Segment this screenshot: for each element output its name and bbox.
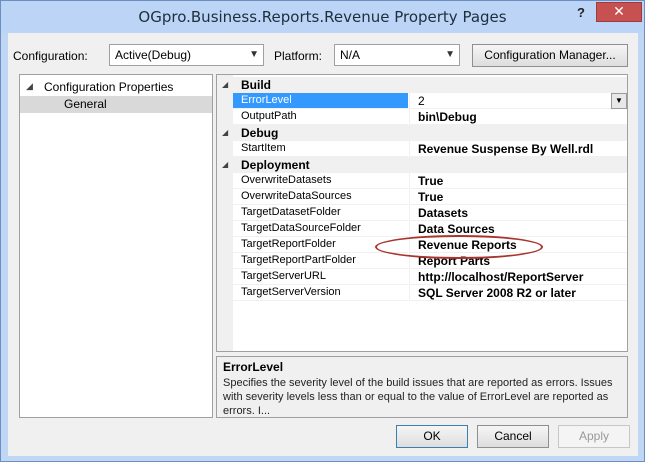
- property-row-targetserverversion[interactable]: TargetServerVersion SQL Server 2008 R2 o…: [233, 285, 627, 301]
- configuration-label: Configuration:: [13, 49, 88, 63]
- expanded-triangle-icon[interactable]: ◢: [26, 81, 33, 92]
- property-name: TargetReportFolder: [233, 237, 408, 253]
- description-title: ErrorLevel: [223, 360, 284, 374]
- property-row-errorlevel[interactable]: ErrorLevel 2 ▼: [233, 93, 627, 109]
- property-row-targetdatasetfolder[interactable]: TargetDatasetFolder Datasets: [233, 205, 627, 221]
- property-row-targetreportfolder[interactable]: TargetReportFolder Revenue Reports: [233, 237, 627, 253]
- category-label: Deployment: [241, 158, 310, 172]
- cancel-button[interactable]: Cancel: [477, 425, 549, 448]
- category-debug[interactable]: ◢ Debug: [222, 125, 627, 141]
- platform-label: Platform:: [274, 49, 323, 63]
- ok-button[interactable]: OK: [396, 425, 468, 448]
- apply-button[interactable]: Apply: [558, 425, 630, 448]
- close-button[interactable]: ✕: [596, 2, 642, 22]
- configuration-manager-button[interactable]: Configuration Manager...: [472, 44, 628, 67]
- platform-dropdown[interactable]: N/A ▼: [334, 44, 460, 66]
- tree-item-label: Configuration Properties: [44, 80, 174, 94]
- property-name: ErrorLevel: [233, 93, 408, 109]
- property-value[interactable]: True: [409, 189, 627, 205]
- title-bar[interactable]: OGpro.Business.Reports.Revenue Property …: [1, 1, 644, 33]
- expanded-triangle-icon[interactable]: ◢: [222, 160, 228, 169]
- description-panel: ErrorLevel Specifies the severity level …: [216, 356, 628, 418]
- property-value[interactable]: Revenue Reports: [409, 237, 627, 253]
- property-value[interactable]: Data Sources: [409, 221, 627, 237]
- dialog-client-area: Configuration: Active(Debug) ▼ Platform:…: [8, 33, 638, 456]
- property-name: TargetDataSourceFolder: [233, 221, 408, 237]
- grid-gutter: [217, 75, 233, 351]
- category-build[interactable]: ◢ Build: [222, 77, 627, 93]
- property-value[interactable]: http://localhost/ReportServer: [409, 269, 627, 285]
- property-grid: ◢ Build ErrorLevel 2 ▼ OutputPath bin\De…: [216, 74, 628, 352]
- property-name: TargetServerVersion: [233, 285, 408, 301]
- property-value[interactable]: True: [409, 173, 627, 189]
- chevron-down-icon: ▼: [249, 49, 259, 60]
- property-name: TargetDatasetFolder: [233, 205, 408, 221]
- description-text: Specifies the severity level of the buil…: [223, 377, 613, 417]
- expanded-triangle-icon[interactable]: ◢: [222, 128, 228, 137]
- platform-value: N/A: [340, 48, 361, 62]
- tree-item-configuration-properties[interactable]: ◢ Configuration Properties: [20, 79, 212, 96]
- property-row-overwritedatasources[interactable]: OverwriteDataSources True: [233, 189, 627, 205]
- chevron-down-icon[interactable]: ▼: [611, 93, 627, 109]
- property-row-outputpath[interactable]: OutputPath bin\Debug: [233, 109, 627, 125]
- window-title: OGpro.Business.Reports.Revenue Property …: [138, 8, 507, 26]
- property-value[interactable]: Datasets: [409, 205, 627, 221]
- configuration-dropdown[interactable]: Active(Debug) ▼: [109, 44, 264, 66]
- property-row-targetdatasourcefolder[interactable]: TargetDataSourceFolder Data Sources: [233, 221, 627, 237]
- property-value[interactable]: SQL Server 2008 R2 or later: [409, 285, 627, 301]
- category-label: Debug: [241, 126, 279, 140]
- expanded-triangle-icon[interactable]: ◢: [222, 80, 228, 89]
- property-name: OverwriteDataSources: [233, 189, 408, 205]
- tree-item-label: General: [64, 97, 107, 111]
- property-name: OutputPath: [233, 109, 408, 125]
- property-value[interactable]: Revenue Suspense By Well.rdl: [409, 141, 627, 157]
- property-value[interactable]: bin\Debug: [409, 109, 627, 125]
- property-row-targetreportpartfolder[interactable]: TargetReportPartFolder Report Parts: [233, 253, 627, 269]
- tree-item-general[interactable]: General: [20, 96, 212, 113]
- property-name: TargetServerURL: [233, 269, 408, 285]
- property-name: StartItem: [233, 141, 408, 157]
- configuration-value: Active(Debug): [115, 48, 192, 62]
- property-pages-window: OGpro.Business.Reports.Revenue Property …: [0, 0, 645, 462]
- property-row-startitem[interactable]: StartItem Revenue Suspense By Well.rdl: [233, 141, 627, 157]
- category-label: Build: [241, 78, 271, 92]
- category-deployment[interactable]: ◢ Deployment: [222, 157, 627, 173]
- help-button[interactable]: ?: [571, 5, 591, 23]
- property-row-targetserverurl[interactable]: TargetServerURL http://localhost/ReportS…: [233, 269, 627, 285]
- property-value-input[interactable]: 2: [409, 93, 627, 109]
- property-name: OverwriteDatasets: [233, 173, 408, 189]
- configuration-tree: ◢ Configuration Properties General: [19, 74, 213, 418]
- property-row-overwritedatasets[interactable]: OverwriteDatasets True: [233, 173, 627, 189]
- property-name: TargetReportPartFolder: [233, 253, 408, 269]
- chevron-down-icon: ▼: [445, 49, 455, 60]
- property-value[interactable]: Report Parts: [409, 253, 627, 269]
